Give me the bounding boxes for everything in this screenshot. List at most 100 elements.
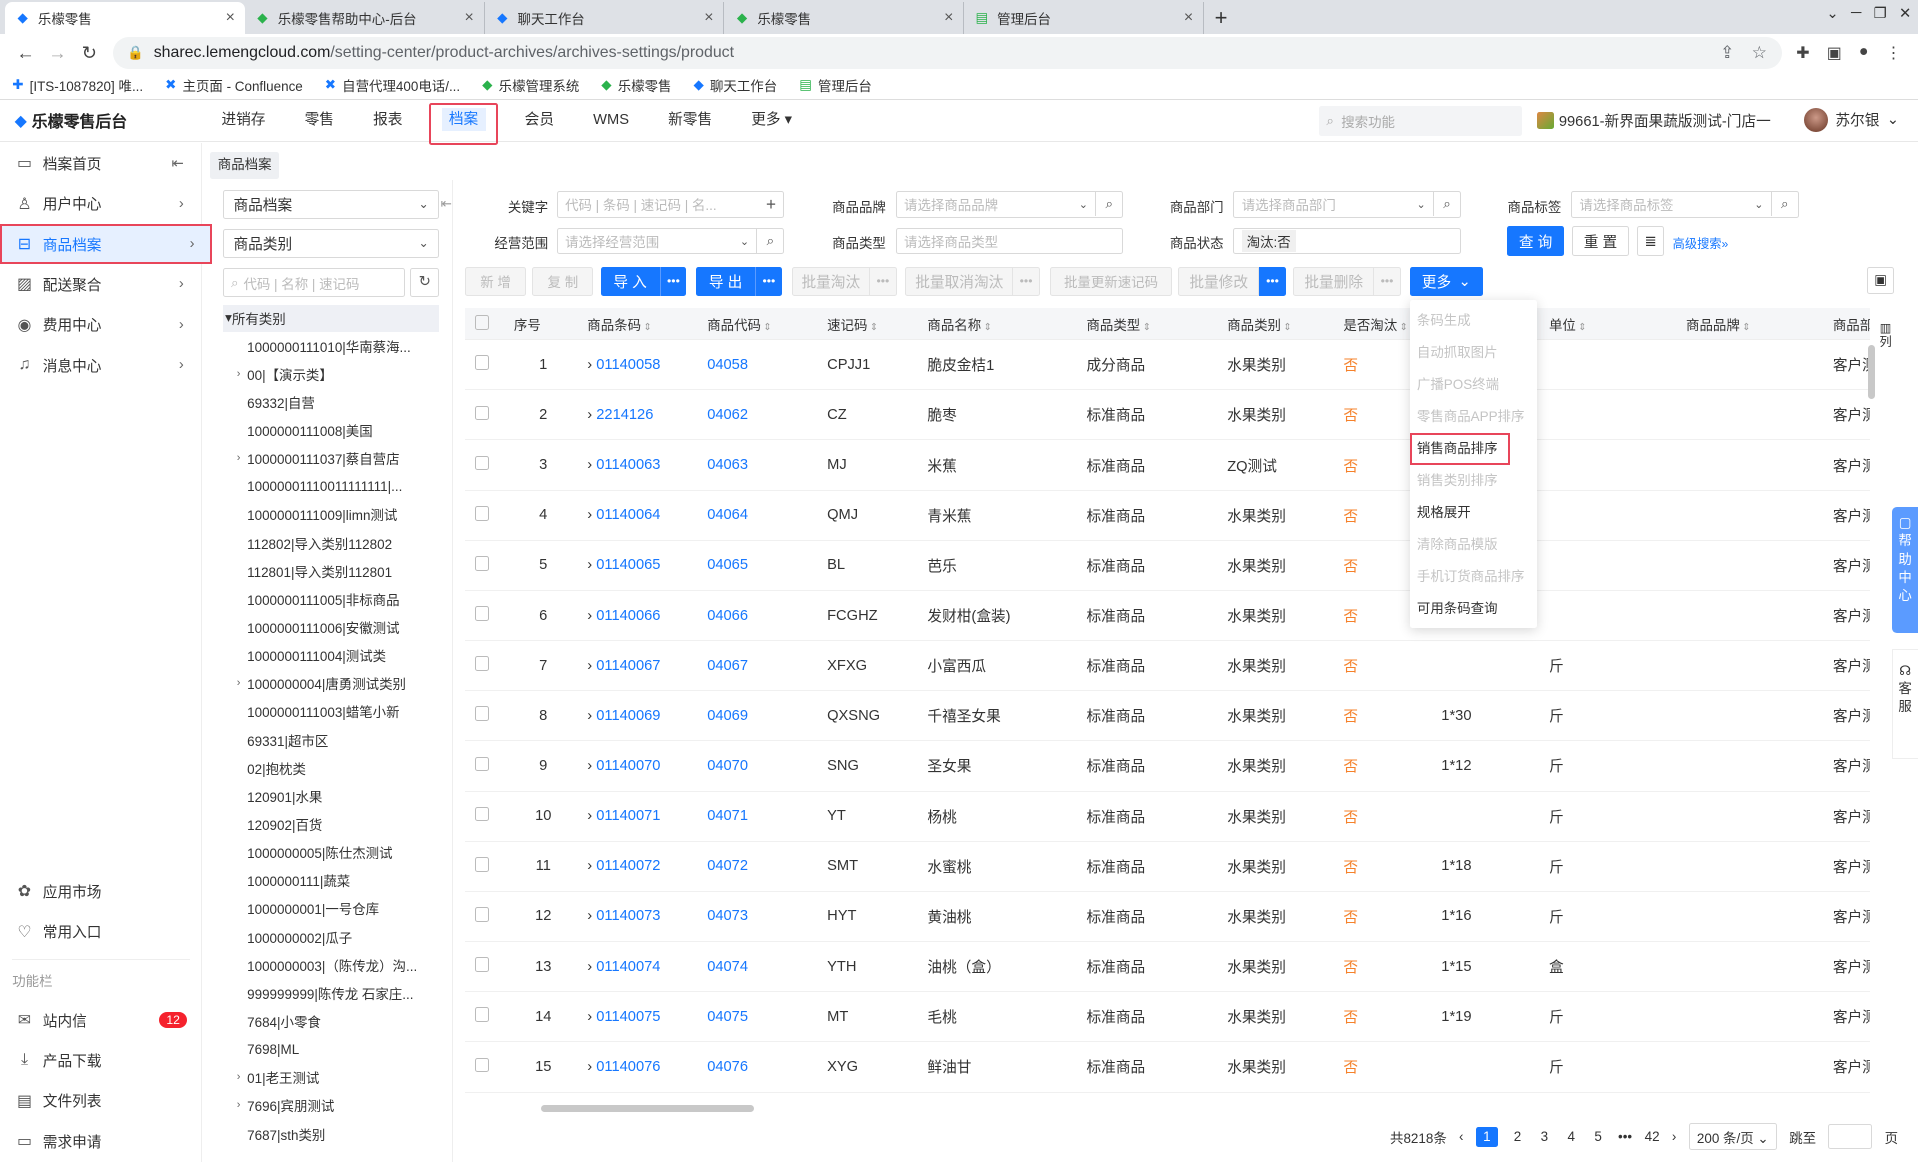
tree-node[interactable]: 1000000111006|安徽测试 [230,613,452,641]
cell-value[interactable]: 01140074 [596,959,660,975]
row-checkbox[interactable] [474,606,490,621]
cell-value[interactable]: 01140066 [596,608,660,624]
forward-icon[interactable]: → [42,42,74,64]
table-row[interactable]: 10 › 01140071 04071 YT 杨桃 标准商品 水果类别 否 斤 客户测试 [464,792,1870,842]
extensions-icon[interactable]: ✚ [1796,43,1809,63]
cell-value[interactable]: 01140058 [596,357,660,373]
more-menu-item[interactable]: 零售商品APP排序 [1410,401,1537,433]
next-page-icon[interactable]: › [1672,1129,1676,1144]
menu-icon[interactable]: ⋮ [1886,43,1902,63]
chevron-right-icon[interactable]: › [587,908,596,924]
select-all-checkbox[interactable] [474,314,490,330]
chevron-right-icon[interactable]: › [587,959,596,975]
sidebar-app-market[interactable]: ✿ 应用市场 [0,871,202,911]
add-button[interactable]: 新 增 [464,266,527,297]
profile-icon[interactable]: ● [1859,43,1869,63]
sidebar-item[interactable]: ▨ 配送聚合 › [0,264,201,304]
column-header[interactable]: 速记码 ⇕ [820,314,920,334]
batch-update-button[interactable]: 批量更新速记码 [1049,266,1173,297]
row-checkbox[interactable] [474,706,490,722]
table-row[interactable]: 14 › 01140075 04075 MT 毛桃 标准商品 水果类别 否 1*19 斤 客户测试 [464,992,1870,1043]
table-row[interactable]: 8 › 01140069 04069 QXSNG 千禧圣女果 标准商品 水果类别 否 1*30 斤… [464,691,1870,742]
reset-button[interactable]: 重 置 [1572,226,1629,256]
column-config-button[interactable]: ▣ [1867,266,1895,294]
export-button[interactable]: 导 出 [696,266,755,297]
more-menu-item[interactable]: 广播POS终端 [1410,369,1537,401]
page-number[interactable]: 4 [1564,1129,1579,1144]
top-nav-item[interactable]: 档案 [422,100,505,146]
cell-value[interactable]: 04063 [707,457,748,473]
copy-button[interactable]: 复 制 [532,266,594,297]
cell-value[interactable]: 04074 [707,959,748,975]
cell-value[interactable]: 01140064 [596,507,660,523]
scope-select[interactable]: 请选择经营范围 ⌄ ⌕ [556,227,785,255]
bookmark-item[interactable]: ◆ 乐檬零售 [601,75,671,95]
row-checkbox[interactable] [474,556,490,571]
sort-icon[interactable]: ⇕ [1578,322,1586,333]
collapse-handle-icon[interactable]: ⇤ [440,196,451,212]
collapse-icon[interactable]: ⇤ [171,155,183,172]
search-icon[interactable]: ⌕ [1433,191,1460,217]
more-dots-icon[interactable]: ••• [754,266,782,297]
tree-node[interactable]: 1000000111008|美国 [230,416,452,444]
chevron-right-icon[interactable]: › [587,758,596,774]
tree-node[interactable]: 7698|ML [230,1035,452,1063]
breadcrumb[interactable]: 商品档案 [210,151,279,179]
close-icon[interactable]: × [226,9,235,27]
search-icon[interactable]: ⌕ [1095,191,1122,217]
sidebar-item[interactable]: ◉ 费用中心 › [0,305,201,345]
caret-right-icon[interactable]: › [230,677,247,689]
cell-value[interactable]: 01140069 [596,708,660,724]
search-icon[interactable]: ⌕ [1770,191,1798,217]
tree-node[interactable]: › 01|老王测试 [230,1063,452,1091]
bookmark-item[interactable]: ◆ 乐檬管理系统 [482,75,579,95]
cell-value[interactable]: 04064 [707,507,748,523]
top-nav-item[interactable]: 新零售 [649,100,732,142]
category-type-select[interactable]: 商品类别 ⌄ [222,228,440,259]
brand-select[interactable]: 请选择商品品牌 ⌄ ⌕ [895,190,1124,218]
more-menu-item[interactable]: 手机订货商品排序 [1410,561,1537,593]
sort-icon[interactable]: ⇕ [643,322,651,333]
cell-value[interactable]: 04069 [707,708,748,724]
refresh-button[interactable]: ↻ [410,267,440,298]
tree-node[interactable]: 7684|小零食 [230,1007,452,1035]
more-menu-item[interactable]: 自动抓取图片 [1410,337,1537,369]
batch-delete-split-button[interactable]: 批量删除 ••• [1293,266,1401,297]
bookmark-item[interactable]: ✖ 自营代理400电话/... [325,75,460,95]
tree-node[interactable]: 7687|sth类别 [230,1119,452,1147]
bookmark-item[interactable]: ✚ [ITS-1087820] 唯... [12,75,143,95]
sort-icon[interactable]: ⇕ [870,322,878,333]
row-checkbox[interactable] [474,756,490,772]
top-nav-item[interactable]: 更多 ▾ [732,100,812,142]
table-row[interactable]: 6 › 01140066 04066 FCGHZ 发财柑(盒装) 标准商品 水果类别 否 客户测… [464,591,1870,642]
chevron-right-icon[interactable]: › [587,808,596,824]
tree-root[interactable]: ▾ 所有类别 [222,304,440,332]
table-row[interactable]: 4 › 01140064 04064 QMJ 青米蕉 标准商品 水果类别 否 客户测试 [464,491,1870,541]
tree-node[interactable]: 69331|超市区 [230,725,452,753]
batch-cancel-split-button[interactable]: 批量取消淘汰 ••• [905,266,1041,297]
cell-value[interactable]: 04073 [707,908,748,924]
more-menu-item[interactable]: 销售商品排序 [1410,433,1510,465]
archive-type-select[interactable]: 商品档案 ⌄ [222,189,440,219]
tree-node[interactable]: › 00|【演示类】 [230,360,452,388]
chevron-right-icon[interactable]: › [587,1059,596,1075]
sidebar-files[interactable]: ▤ 文件列表 [0,1081,202,1121]
help-center-tab[interactable]: ▢ 帮助中心 [1891,506,1918,633]
close-icon[interactable]: × [464,9,473,27]
goto-page-input[interactable] [1828,1124,1873,1149]
chevron-right-icon[interactable]: › [587,457,596,473]
tree-node[interactable]: 120902|百货 [230,810,452,838]
more-menu-item[interactable]: 条码生成 [1410,305,1537,337]
top-nav-item[interactable]: WMS [574,100,649,142]
batch-eliminate-button[interactable]: 批量淘汰 [791,266,870,297]
chevron-right-icon[interactable]: › [179,196,184,212]
row-checkbox[interactable] [474,505,490,521]
tree-node[interactable]: 1000000111010|华南蔡海... [230,332,452,360]
row-checkbox[interactable] [474,656,490,671]
sort-icon[interactable]: ⇕ [1143,322,1151,333]
cell-value[interactable]: 04072 [707,858,748,874]
chevron-right-icon[interactable]: › [587,858,596,874]
sidebar-request[interactable]: ▭ 需求申请 [0,1121,202,1161]
advanced-search-link[interactable]: 高级搜索» [1673,234,1729,252]
tree-node[interactable]: 1000000003|（陈传龙）沟... [230,951,452,979]
